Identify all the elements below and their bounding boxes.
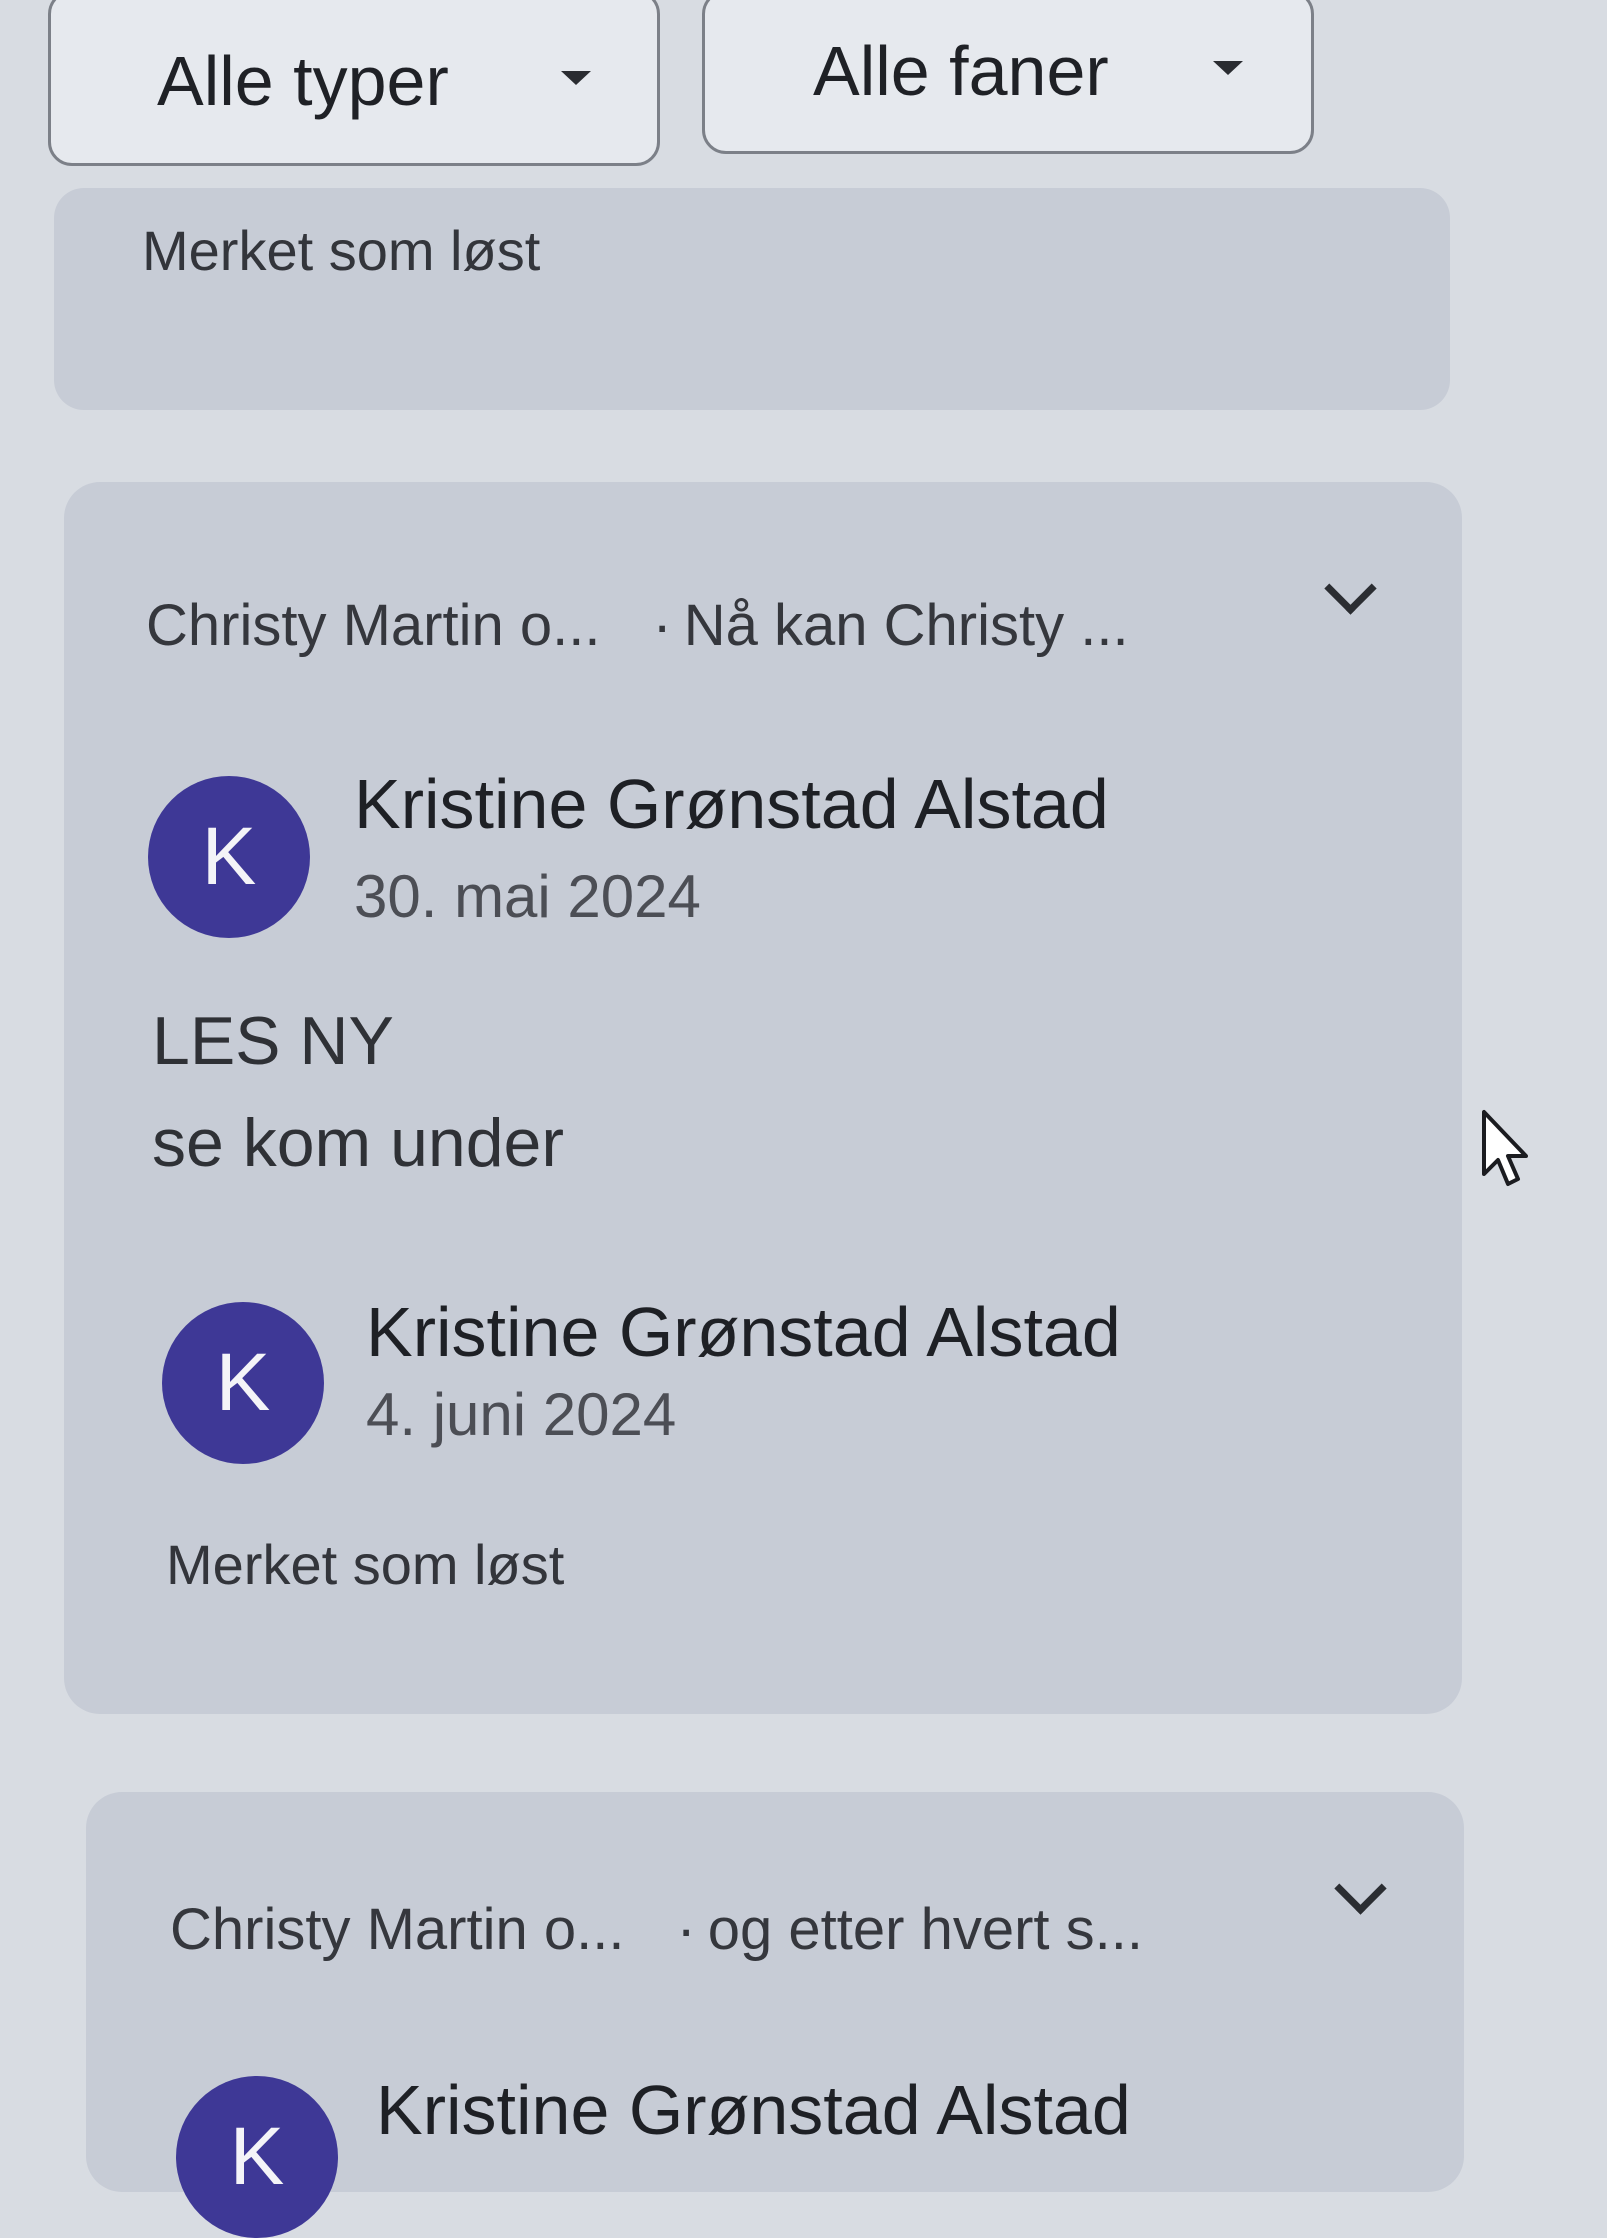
avatar-initial: K [229, 2111, 285, 2202]
comment-date: 4. juni 2024 [366, 1381, 677, 1448]
comment-author: Kristine Grønstad Alstad [366, 1293, 1121, 1371]
resolved-status-text: Merket som løst [166, 1533, 565, 1596]
caret-down-icon [561, 71, 591, 85]
thread-separator: · [652, 593, 672, 658]
thread-snippet: og etter hvert s... [707, 1897, 1143, 1962]
comment-author: Kristine Grønstad Alstad [354, 765, 1109, 843]
comment-thread-card[interactable] [64, 482, 1462, 1714]
type-filter-label: Alle typer [157, 42, 449, 120]
avatar-initial: K [215, 1337, 271, 1428]
thread-header[interactable]: Christy Martin o... · og etter hvert s..… [170, 1896, 1143, 1963]
thread-participants: Christy Martin o... [146, 593, 601, 658]
comment-body-line: se kom under [152, 1105, 564, 1181]
tab-filter-dropdown[interactable]: Alle faner [702, 0, 1314, 154]
avatar-initial: K [201, 811, 257, 902]
thread-separator: · [676, 1897, 696, 1962]
avatar: K [148, 776, 310, 938]
caret-down-icon [1213, 61, 1243, 75]
tab-filter-label: Alle faner [813, 32, 1109, 110]
thread-snippet: Nå kan Christy ... [683, 593, 1129, 658]
avatar: K [176, 2076, 338, 2238]
thread-header[interactable]: Christy Martin o... · Nå kan Christy ... [146, 592, 1129, 659]
mouse-pointer-icon [1482, 1110, 1528, 1186]
avatar: K [162, 1302, 324, 1464]
comment-body-line: LES NY [152, 1003, 394, 1079]
resolved-status-text: Merket som løst [142, 219, 541, 282]
comment-author: Kristine Grønstad Alstad [376, 2071, 1131, 2149]
thread-participants: Christy Martin o... [170, 1897, 625, 1962]
comment-date: 30. mai 2024 [354, 863, 701, 930]
type-filter-dropdown[interactable]: Alle typer [48, 0, 660, 166]
